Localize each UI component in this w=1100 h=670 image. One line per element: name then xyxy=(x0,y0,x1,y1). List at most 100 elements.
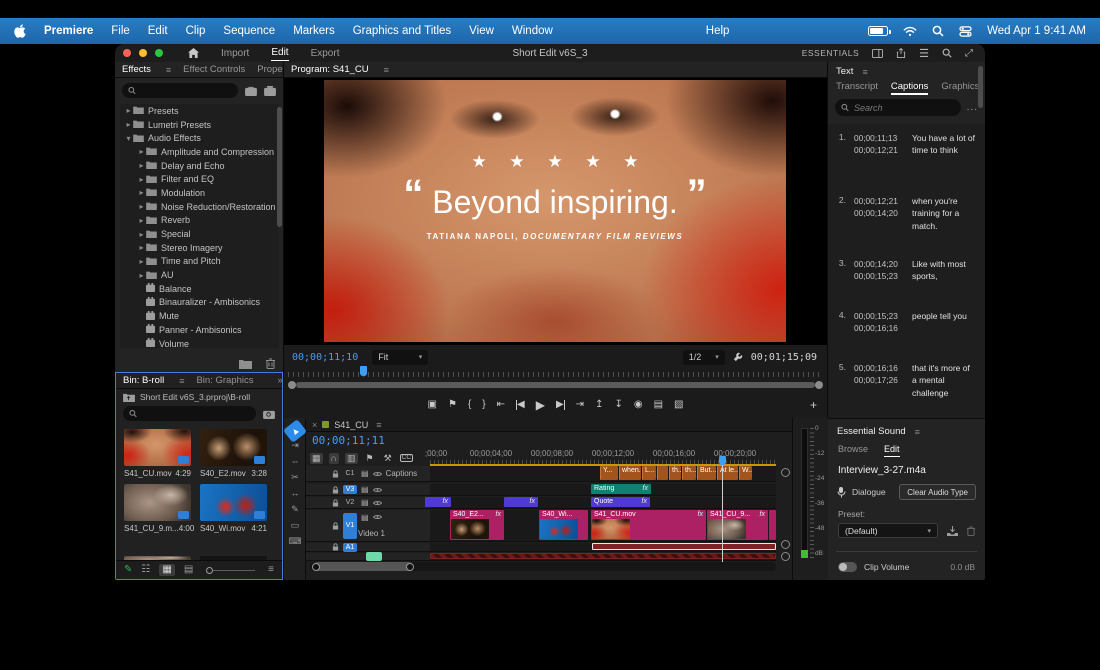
program-current-timecode[interactable]: 00;00;11;10 xyxy=(292,352,358,363)
nav-edit[interactable]: Edit xyxy=(271,45,288,61)
audio-clip-selected[interactable] xyxy=(592,543,776,550)
panel-menu-icon[interactable]: ≡ xyxy=(915,427,920,437)
battery-icon[interactable] xyxy=(868,26,888,36)
captions-search-input[interactable] xyxy=(835,99,961,116)
effects-search-input[interactable] xyxy=(122,83,238,98)
play-icon[interactable]: ▶ xyxy=(536,399,545,411)
effects-tree-item[interactable]: Balance xyxy=(120,282,279,296)
tab-bin-broll[interactable]: Bin: B-roll xyxy=(123,375,164,386)
slip-tool[interactable]: ↔ xyxy=(286,487,304,500)
preset-dropdown[interactable]: (Default)▾ xyxy=(838,523,938,538)
clear-audio-type-button[interactable]: Clear Audio Type xyxy=(899,484,976,500)
sort-menu-icon[interactable]: ≡ xyxy=(268,565,274,575)
bin-search-input[interactable] xyxy=(123,406,256,421)
new-custom-bin-icon[interactable] xyxy=(239,358,252,369)
apple-menu-icon[interactable] xyxy=(14,24,26,38)
effects-scrollbar[interactable] xyxy=(277,107,282,227)
video-clip[interactable]: S41_CU.movfx xyxy=(591,510,706,540)
menu-app-name[interactable]: Premiere xyxy=(44,25,93,37)
close-window-button[interactable] xyxy=(123,49,131,57)
effects-tree-item[interactable]: ▸Noise Reduction/Restoration xyxy=(120,200,279,214)
caption-row[interactable]: 2.00;00;12;2100;00;14;20when you're trai… xyxy=(828,195,985,232)
chevron-right-icon[interactable]: ▸ xyxy=(137,147,146,156)
more-options-icon[interactable]: ... xyxy=(967,102,978,113)
bin-clip[interactable]: S41_CU_9.m...4:00 xyxy=(124,484,191,533)
a2-track-lane[interactable] xyxy=(430,553,776,561)
track-header[interactable]: V3▤ xyxy=(306,484,430,496)
caption-clip[interactable] xyxy=(657,466,668,480)
ripple-edit-tool[interactable]: ⇔ xyxy=(286,455,304,468)
step-back-icon[interactable]: ◀ xyxy=(516,400,525,410)
panel-menu-icon[interactable]: ≡ xyxy=(376,420,381,430)
tab-captions[interactable]: Captions xyxy=(891,81,929,95)
clip-thumbnail[interactable] xyxy=(200,429,267,466)
video-clip[interactable]: S40_Wi... xyxy=(539,510,588,540)
menu-graphics-titles[interactable]: Graphics and Titles xyxy=(353,25,451,37)
panel-menu-icon[interactable]: ≡ xyxy=(166,65,171,75)
zoom-level-dropdown[interactable]: Fit▾ xyxy=(372,350,428,365)
video-clip[interactable]: S41_CU_9...fx xyxy=(707,510,768,540)
maximize-window-button[interactable] xyxy=(155,49,163,57)
lift-icon[interactable]: ↥ xyxy=(595,400,603,410)
timeline-current-timecode[interactable]: 00;00;11;11 xyxy=(312,434,385,447)
type-tool[interactable]: ⌨ xyxy=(286,535,304,548)
clip-thumbnail[interactable] xyxy=(124,484,191,521)
caption-row[interactable]: 4.00;00;15;2300;00;16;16people tell you xyxy=(828,310,985,334)
video-clip[interactable]: S40_E2...fx xyxy=(450,510,504,540)
track-header[interactable]: V2▤ xyxy=(306,497,430,509)
track-header[interactable] xyxy=(306,553,430,561)
chevron-right-icon[interactable]: ▸ xyxy=(137,216,146,225)
bin-clip[interactable]: S41_CU.mov4:29 xyxy=(124,429,191,478)
delete-icon[interactable] xyxy=(266,358,275,369)
track-header[interactable]: V1▤Video 1 xyxy=(306,510,430,542)
tab-graphics[interactable]: Graphics xyxy=(941,81,979,95)
menu-window[interactable]: Window xyxy=(512,25,553,37)
mark-in-icon[interactable]: { xyxy=(468,400,471,410)
chevron-down-icon[interactable]: ▾ xyxy=(124,134,133,143)
effects-tree-item[interactable]: ▸Lumetri Presets xyxy=(120,118,279,132)
nav-export[interactable]: Export xyxy=(311,46,340,61)
settings-wrench-icon[interactable] xyxy=(733,352,743,362)
share-icon[interactable] xyxy=(896,48,906,58)
chevron-right-icon[interactable]: ▸ xyxy=(137,188,146,197)
audio-effects-filter-icon[interactable] xyxy=(264,86,276,96)
control-center-icon[interactable] xyxy=(959,26,972,37)
razor-tool[interactable]: ✂ xyxy=(286,471,304,484)
captions-cc-icon[interactable]: CC xyxy=(400,454,413,463)
v2-track-lane[interactable]: fxfxQuotefx xyxy=(430,497,776,509)
workspaces-icon[interactable] xyxy=(872,49,883,58)
rating-graphic-clip[interactable]: Ratingfx xyxy=(591,484,651,494)
bin-search-field[interactable] xyxy=(142,409,250,419)
menu-edit[interactable]: Edit xyxy=(148,25,168,37)
menu-file[interactable]: File xyxy=(111,25,130,37)
menu-sequence[interactable]: Sequence xyxy=(223,25,275,37)
caption-clip[interactable]: when... xyxy=(619,466,641,480)
thumbnail-view-icon[interactable]: ▦ xyxy=(159,564,174,576)
effects-tree-item[interactable]: ▸Reverb xyxy=(120,214,279,228)
go-to-out-icon[interactable]: ⇥ xyxy=(576,400,584,410)
tab-properties[interactable]: Properties xyxy=(257,64,283,75)
tab-transcript[interactable]: Transcript xyxy=(836,81,878,95)
chevron-right-icon[interactable]: ▸ xyxy=(137,257,146,266)
sequence-tab-label[interactable]: S41_CU xyxy=(334,420,368,430)
program-mini-timeline-ruler[interactable] xyxy=(288,368,823,377)
fullscreen-icon[interactable]: ⤢ xyxy=(965,48,973,59)
tab-edit[interactable]: Edit xyxy=(884,444,900,457)
caption-clip[interactable]: th... xyxy=(669,466,681,480)
menu-clock[interactable]: Wed Apr 1 9:41 AM xyxy=(987,25,1086,37)
caption-clip[interactable]: But... xyxy=(697,466,716,480)
caption-text[interactable]: people tell you xyxy=(912,310,985,334)
save-preset-icon[interactable] xyxy=(947,526,958,536)
nest-source-icon[interactable]: ▦ xyxy=(310,453,323,464)
thumbnail-zoom-slider[interactable] xyxy=(206,570,255,571)
chevron-right-icon[interactable]: ▸ xyxy=(137,271,146,280)
comparison-view-icon[interactable]: ▣ xyxy=(428,400,437,410)
caption-clip[interactable]: Y... xyxy=(600,466,618,480)
wrench-icon[interactable]: ⚒ xyxy=(382,453,394,464)
menu-view[interactable]: View xyxy=(469,25,494,37)
panel-menu-icon[interactable]: ≡ xyxy=(179,376,184,386)
track-select-forward-tool[interactable]: ⇥ xyxy=(286,439,304,452)
timeline-vertical-scrollbar[interactable] xyxy=(781,468,790,568)
chevron-right-icon[interactable]: ▸ xyxy=(137,161,146,170)
captions-scrollbar[interactable] xyxy=(978,66,983,108)
